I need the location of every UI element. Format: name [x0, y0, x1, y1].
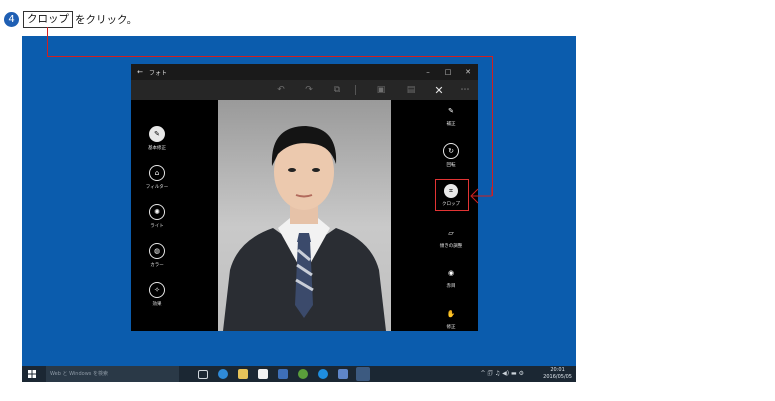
crop-icon: ⌗	[444, 184, 458, 198]
mail-icon[interactable]	[338, 369, 348, 379]
arrow-to-crop-icon	[470, 187, 493, 204]
wand-icon: ✎	[149, 126, 165, 142]
instruction-text: をクリック。	[75, 13, 138, 26]
tool-label: 効果	[152, 302, 162, 307]
connector-line-down	[492, 56, 493, 196]
undo-icon[interactable]: ↶	[275, 84, 287, 96]
windows-start-icon[interactable]	[28, 370, 36, 378]
tool-label: 修正	[446, 325, 456, 330]
file-explorer-icon[interactable]	[238, 369, 248, 379]
instruction-line: 4 クロップ をクリック。	[4, 10, 137, 28]
tool-label: 補正	[446, 122, 456, 127]
browser-app-icon[interactable]	[298, 369, 308, 379]
maximize-button[interactable]: □	[438, 68, 458, 76]
tool-enhance[interactable]: ✎ 補正	[431, 104, 471, 127]
photos-window: ← フォト – □ ✕ ↶ ↷ ⧉ ▣ ▤ ✕ ⋯ ✎ 基本修正 ⌂ フィルター…	[131, 64, 478, 331]
app-icon[interactable]	[318, 369, 328, 379]
straighten-icon: ▱	[448, 229, 454, 237]
palette-icon: ◍	[149, 243, 165, 259]
taskbar-search-box[interactable]: Web と Windows を検索	[46, 366, 179, 382]
rotate-icon: ↻	[443, 143, 459, 159]
system-tray[interactable]: ^ 🗊 ♫ ◀) ▬ ⚙	[480, 366, 524, 382]
tool-label: クロップ	[442, 202, 460, 207]
photos-taskbar-icon[interactable]	[356, 367, 370, 381]
edit-toolbar: ↶ ↷ ⧉ ▣ ▤ ✕ ⋯	[131, 80, 478, 100]
more-icon[interactable]: ⋯	[459, 84, 471, 96]
clock[interactable]: 20:01 2016/05/05	[543, 367, 572, 381]
redo-icon[interactable]: ↷	[303, 84, 315, 96]
save-icon[interactable]: ▤	[405, 84, 417, 96]
minimize-button[interactable]: –	[418, 68, 438, 76]
word-icon[interactable]	[278, 369, 288, 379]
store-icon[interactable]	[258, 369, 268, 379]
tool-light[interactable]: ✺ ライト	[137, 204, 177, 229]
connector-line-horizontal	[47, 56, 493, 57]
compare-icon[interactable]: ⧉	[331, 84, 343, 96]
tool-basic-fix[interactable]: ✎ 基本修正	[137, 126, 177, 151]
tool-crop[interactable]: ⌗ クロップ	[431, 184, 471, 207]
retouch-icon: ✋	[446, 310, 456, 318]
toolbar-divider	[355, 85, 356, 95]
tool-label: 赤目	[446, 284, 456, 289]
portrait-illustration	[223, 126, 386, 331]
tool-rotate[interactable]: ↻ 回転	[431, 143, 471, 168]
step-number-badge: 4	[4, 11, 19, 27]
connector-line-vertical	[47, 27, 48, 57]
tool-color[interactable]: ◍ カラー	[137, 243, 177, 268]
tool-retouch[interactable]: ✋ 修正	[431, 307, 471, 330]
enhance-wand-icon: ✎	[448, 107, 454, 115]
taskbar: Web と Windows を検索 ^ 🗊 ♫ ◀) ▬ ⚙ 20:01 201…	[22, 366, 576, 382]
task-view-icon[interactable]	[198, 370, 208, 379]
tool-effects[interactable]: ✧ 効果	[137, 282, 177, 307]
clock-date: 2016/05/05	[543, 374, 572, 380]
tool-label: 基本修正	[148, 146, 166, 151]
portrait-photo	[218, 100, 391, 331]
window-close-button[interactable]: ✕	[458, 68, 478, 76]
sun-icon: ✺	[149, 204, 165, 220]
tool-label: 回転	[446, 163, 456, 168]
red-eye-icon: ◉	[447, 269, 455, 277]
effects-icon: ✧	[149, 282, 165, 298]
tool-label: フィルター	[145, 185, 169, 190]
save-copy-icon[interactable]: ▣	[375, 84, 387, 96]
filter-icon: ⌂	[149, 165, 165, 181]
crop-key-label: クロップ	[23, 10, 73, 28]
window-title: フォト	[149, 69, 168, 77]
tool-filter[interactable]: ⌂ フィルター	[137, 165, 177, 190]
close-edit-icon[interactable]: ✕	[433, 84, 445, 97]
tool-label: 傾きの調整	[439, 244, 463, 249]
tool-straighten[interactable]: ▱ 傾きの調整	[431, 226, 471, 249]
edge-icon[interactable]	[218, 369, 228, 379]
back-arrow-icon[interactable]: ←	[131, 68, 149, 76]
tool-label: カラー	[150, 263, 164, 268]
title-bar: ← フォト – □ ✕	[131, 64, 478, 80]
clock-time: 20:01	[550, 367, 565, 373]
tool-red-eye[interactable]: ◉ 赤目	[431, 266, 471, 289]
tool-label: ライト	[150, 224, 164, 229]
